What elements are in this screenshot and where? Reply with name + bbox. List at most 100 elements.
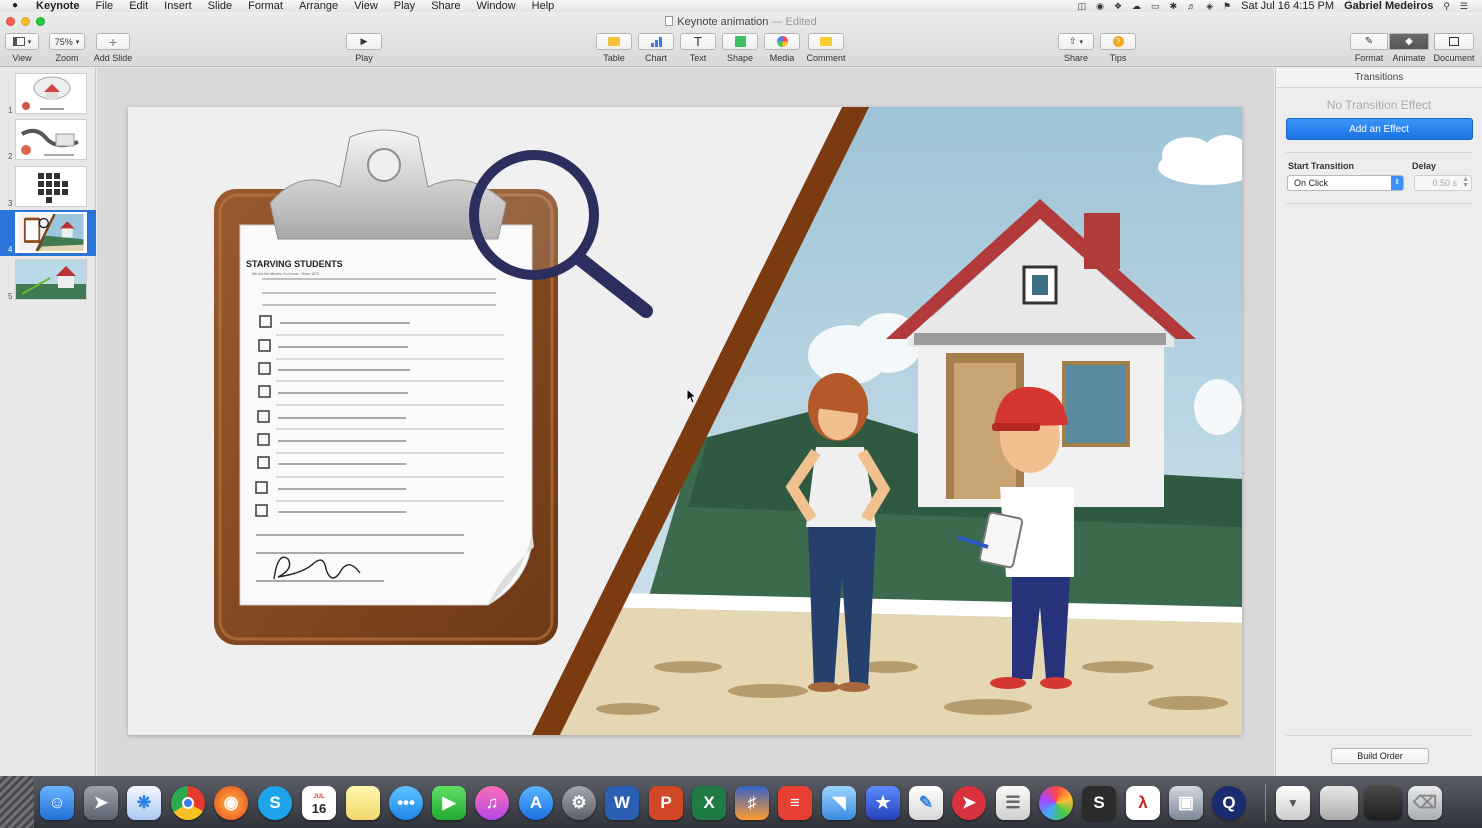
skype-icon[interactable]: S: [258, 786, 292, 820]
powerpoint-icon[interactable]: P: [649, 786, 683, 820]
slide-canvas[interactable]: STARVING STUDENTS We Are the Movers You …: [97, 68, 1274, 776]
system-preferences-icon[interactable]: ⚙: [562, 786, 596, 820]
quicktime-icon[interactable]: Q: [1212, 786, 1246, 820]
menu-window[interactable]: Window: [469, 0, 524, 12]
calendar-icon[interactable]: JUL 16: [302, 786, 336, 820]
menu-slide[interactable]: Slide: [200, 0, 240, 12]
text-control[interactable]: T Text: [680, 33, 716, 63]
scrivener-icon[interactable]: S: [1082, 786, 1116, 820]
safari-icon[interactable]: ❋: [127, 786, 161, 820]
format-tab[interactable]: ✎: [1350, 33, 1388, 50]
chart-control[interactable]: Chart: [638, 33, 674, 63]
flag-icon[interactable]: ⚑: [1223, 0, 1231, 12]
acrobat-icon[interactable]: λ: [1126, 786, 1160, 820]
slide-thumbnail-1[interactable]: 1: [0, 71, 96, 117]
animate-control[interactable]: ◆ Animate: [1389, 33, 1429, 63]
cloud-icon[interactable]: ☁: [1132, 0, 1141, 12]
animate-tab[interactable]: ◆: [1389, 33, 1429, 50]
menu-play[interactable]: Play: [386, 0, 423, 12]
tips-button[interactable]: ?: [1100, 33, 1136, 50]
add-effect-button[interactable]: Add an Effect: [1285, 118, 1473, 140]
menu-app-name[interactable]: Keynote: [28, 0, 87, 12]
table-button[interactable]: [596, 33, 632, 50]
speedify-icon[interactable]: ➤: [952, 786, 986, 820]
media-button[interactable]: [764, 33, 800, 50]
table-control[interactable]: Table: [596, 33, 632, 63]
trash-icon[interactable]: ⌫: [1408, 786, 1442, 820]
screenshot-app-icon[interactable]: ▣: [1169, 786, 1203, 820]
volume-icon[interactable]: ♬: [1187, 0, 1196, 12]
camera-icon[interactable]: ◉: [1096, 0, 1104, 12]
notes-icon[interactable]: [346, 786, 380, 820]
textedit-icon[interactable]: ☰: [996, 786, 1030, 820]
media-control[interactable]: Media: [764, 33, 800, 63]
add-slide-control[interactable]: + Add Slide: [92, 33, 134, 63]
word-icon[interactable]: W: [605, 786, 639, 820]
share-control[interactable]: ⇧ ▾ Share: [1058, 33, 1094, 63]
downloads-stack-icon[interactable]: ▼: [1276, 786, 1310, 820]
menu-arrange[interactable]: Arrange: [291, 0, 346, 12]
slide-thumbnail-2[interactable]: 2: [0, 117, 96, 163]
chart-button[interactable]: [638, 33, 674, 50]
facetime-icon[interactable]: ▶: [432, 786, 466, 820]
menu-help[interactable]: Help: [524, 0, 563, 12]
photos-icon[interactable]: [1039, 786, 1073, 820]
spotlight-search-icon[interactable]: ⚲: [1443, 0, 1450, 12]
zoom-control[interactable]: 75% ▾ Zoom: [48, 33, 86, 63]
text-button[interactable]: T: [680, 33, 716, 50]
itunes-icon[interactable]: ♫: [475, 786, 509, 820]
bluetooth-icon[interactable]: ✱: [1170, 0, 1178, 12]
format-control[interactable]: ✎ Format: [1349, 33, 1389, 63]
start-transition-select[interactable]: On Click ⇕: [1287, 175, 1404, 191]
apple-menu-icon[interactable]: ●: [0, 0, 28, 12]
tips-control[interactable]: ? Tips: [1100, 33, 1136, 63]
desktop-stack-icon[interactable]: [1364, 786, 1402, 820]
excel-icon[interactable]: X: [692, 786, 726, 820]
menu-format[interactable]: Format: [240, 0, 291, 12]
slide-thumbnail-5[interactable]: 5: [0, 257, 96, 303]
document-tab[interactable]: [1434, 33, 1474, 50]
audacity-icon[interactable]: ♯: [735, 786, 769, 820]
notification-center-icon[interactable]: ☰: [1460, 0, 1468, 12]
slide-thumbnail-4[interactable]: 4: [0, 210, 96, 256]
menu-view[interactable]: View: [346, 0, 386, 12]
slide-navigator[interactable]: 1 2 3 4 5: [0, 68, 96, 776]
shape-button[interactable]: [722, 33, 758, 50]
menu-file[interactable]: File: [87, 0, 121, 12]
menu-clock[interactable]: Sat Jul 16 4:15 PM: [1241, 0, 1334, 12]
view-control[interactable]: ▾ View: [4, 33, 40, 63]
current-slide[interactable]: STARVING STUDENTS We Are the Movers You …: [128, 107, 1242, 735]
transitions-header[interactable]: Transitions: [1276, 68, 1482, 88]
menu-insert[interactable]: Insert: [156, 0, 200, 12]
dropbox-icon[interactable]: ❖: [1114, 0, 1122, 12]
build-order-button[interactable]: Build Order: [1331, 748, 1429, 764]
chrome-icon[interactable]: [171, 786, 205, 820]
preview-icon[interactable]: ✎: [909, 786, 943, 820]
view-button[interactable]: ▾: [5, 33, 39, 50]
messages-icon[interactable]: •••: [389, 786, 423, 820]
keynote-icon[interactable]: ◥: [822, 786, 856, 820]
imovie-icon[interactable]: ★: [866, 786, 900, 820]
shape-control[interactable]: Shape: [722, 33, 758, 63]
delay-field[interactable]: 0.50 s ▲ ▼: [1414, 175, 1472, 191]
wifi-icon[interactable]: ◈: [1206, 0, 1213, 12]
share-button[interactable]: ⇧ ▾: [1058, 33, 1094, 50]
comment-button[interactable]: [808, 33, 844, 50]
app-store-icon[interactable]: A: [519, 786, 553, 820]
add-slide-button[interactable]: +: [96, 33, 130, 50]
menu-share[interactable]: Share: [423, 0, 468, 12]
launchpad-icon[interactable]: ➤: [84, 786, 118, 820]
menu-edit[interactable]: Edit: [121, 0, 156, 12]
zoom-select[interactable]: 75% ▾: [49, 33, 85, 50]
finder-icon[interactable]: ☺: [40, 786, 74, 820]
documents-stack-icon[interactable]: [1320, 786, 1358, 820]
play-button[interactable]: ▶: [346, 33, 382, 50]
todoist-icon[interactable]: ≡: [778, 786, 812, 820]
comment-control[interactable]: Comment: [804, 33, 848, 63]
screen-mirror-icon[interactable]: ◫: [1078, 0, 1087, 12]
document-control[interactable]: Document: [1430, 33, 1478, 63]
stepper-icon[interactable]: ▲ ▼: [1462, 176, 1469, 189]
firefox-icon[interactable]: ◉: [214, 786, 248, 820]
play-control[interactable]: ▶ Play: [346, 33, 382, 63]
airplay-icon[interactable]: ▭: [1151, 0, 1160, 12]
